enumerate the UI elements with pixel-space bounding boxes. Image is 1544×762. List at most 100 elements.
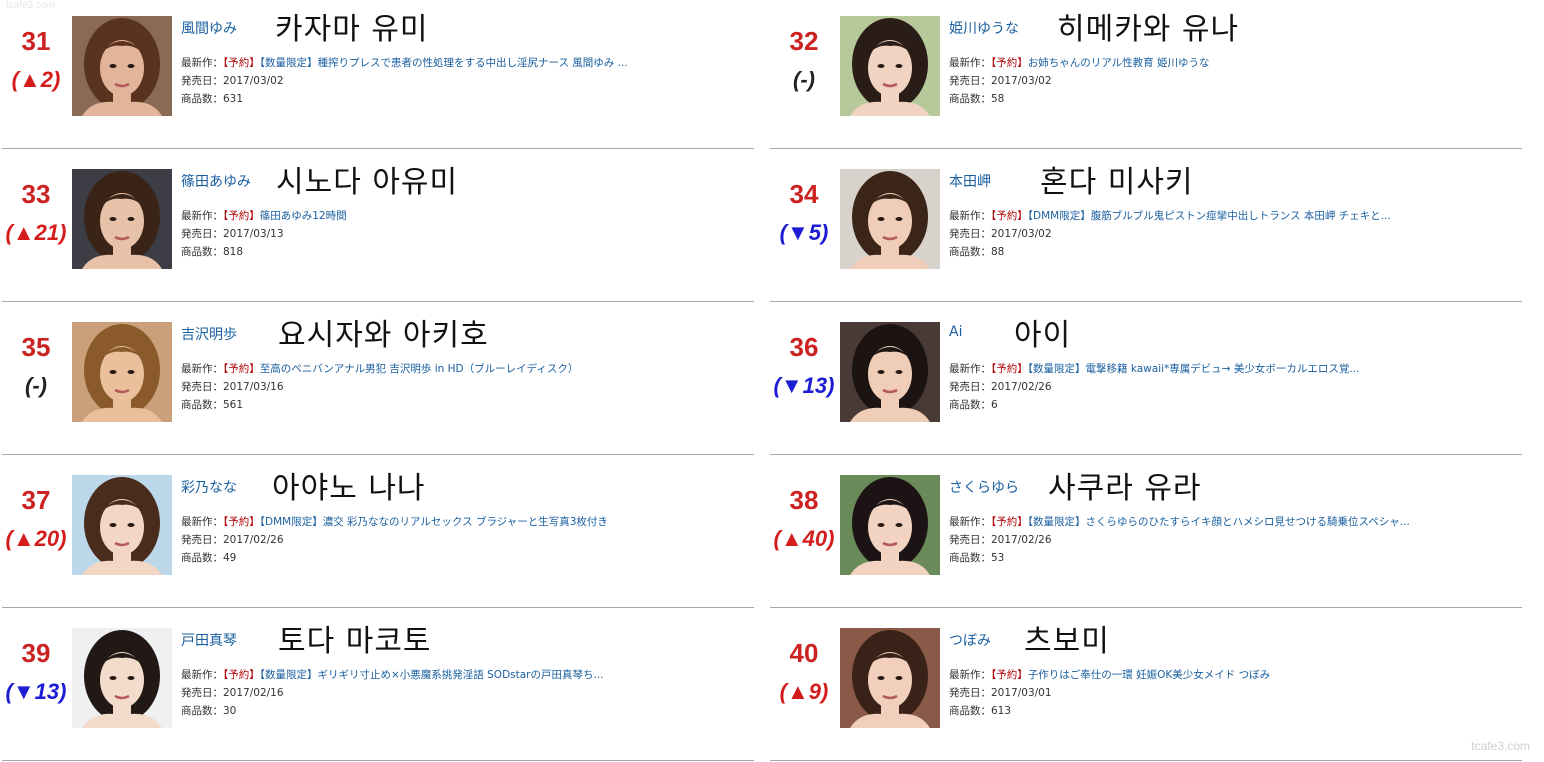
actress-name-kr: 츠보미: [1024, 624, 1110, 659]
actress-photo[interactable]: [840, 475, 940, 575]
reserve-tag: 【予約】: [223, 669, 260, 681]
portrait-image: [72, 628, 172, 728]
latest-work-link[interactable]: 【数量限定】種搾りプレスで患者の性処理をする中出し淫尻ナース 風間ゆみ ...: [260, 57, 628, 69]
rank-number: 38: [789, 485, 819, 515]
portrait-image: [840, 16, 940, 116]
actress-name-jp-link[interactable]: 風間ゆみ: [181, 18, 237, 38]
rank-number: 34: [789, 179, 819, 209]
row-divider: [770, 607, 1522, 608]
release-row: 発売日：2017/02/26: [949, 379, 1052, 394]
actress-card-36: 36 (▼13) Ai 아이 最新作：【予約】【数量限定】電撃移籍 kawaii…: [768, 306, 1528, 456]
actress-photo[interactable]: [72, 475, 172, 575]
latest-work-row: 最新作：【予約】至高のペニバンアナル男犯 吉沢明歩 in HD（ブルーレイディス…: [181, 361, 578, 376]
actress-name-jp-link[interactable]: Ai: [949, 324, 962, 340]
latest-label: 最新作：: [181, 516, 223, 528]
actress-name-jp-link[interactable]: 篠田あゆみ: [181, 171, 251, 191]
count-row: 商品数：30: [181, 703, 236, 718]
latest-work-link[interactable]: 【DMM限定】濃交 彩乃ななのリアルセックス ブラジャーと生写真3枚付き: [260, 516, 608, 528]
latest-label: 最新作：: [949, 516, 991, 528]
count-row: 商品数：6: [949, 397, 998, 412]
latest-work-row: 最新作：【予約】【数量限定】ギリギリ寸止め×小悪魔系挑発淫語 SODstarの戸…: [181, 667, 604, 682]
reserve-tag: 【予約】: [223, 516, 260, 528]
actress-photo[interactable]: [72, 628, 172, 728]
reserve-tag: 【予約】: [991, 516, 1028, 528]
latest-work-link[interactable]: 【数量限定】さくらゆらのひたすらイキ顔とハメシロ見せつける騎乗位スペシャ...: [1028, 516, 1410, 528]
latest-work-link[interactable]: 【DMM限定】腹筋ブルブル鬼ピストン痙攣中出しトランス 本田岬 チェキと...: [1028, 210, 1391, 222]
latest-work-link[interactable]: 【数量限定】電撃移籍 kawaii*専属デビュ→ 美少女ボーカルエロス覚...: [1028, 363, 1360, 375]
latest-work-link[interactable]: 至高のペニバンアナル男犯 吉沢明歩 in HD（ブルーレイディスク）: [260, 363, 579, 375]
portrait-image: [72, 16, 172, 116]
portrait-image: [840, 169, 940, 269]
rank-change: (▲9): [779, 679, 829, 704]
actress-name-kr: 아야노 나나: [272, 471, 426, 506]
count-label: 商品数：: [181, 246, 223, 258]
actress-name-jp-link[interactable]: さくらゆら: [949, 477, 1019, 497]
actress-name-kr: 요시자와 아키호: [278, 318, 489, 353]
product-count: 818: [223, 246, 244, 258]
release-date: 2017/02/26: [991, 534, 1052, 546]
product-count: 6: [991, 399, 998, 411]
actress-name-kr: 혼다 미사키: [1040, 165, 1194, 200]
actress-card-39: 39 (▼13) 戸田真琴 토다 마코토 最新作：【予約】【数量限定】ギリギリ寸…: [0, 612, 760, 762]
latest-work-link[interactable]: 子作りはご奉仕の一環 妊娠OK美少女メイド つぼみ: [1028, 669, 1270, 681]
release-date: 2017/02/26: [223, 534, 284, 546]
release-row: 発売日：2017/03/01: [949, 685, 1052, 700]
actress-name-jp-link[interactable]: 戸田真琴: [181, 630, 237, 650]
actress-name-jp-link[interactable]: 彩乃なな: [181, 477, 237, 497]
rank-change: (▼13): [773, 373, 835, 398]
count-row: 商品数：58: [949, 91, 1004, 106]
latest-work-row: 最新作：【予約】お姉ちゃんのリアル性教育 姫川ゆうな: [949, 55, 1209, 70]
product-count: 53: [991, 552, 1005, 564]
actress-photo[interactable]: [72, 16, 172, 116]
rank-change: (▼13): [5, 679, 67, 704]
count-row: 商品数：53: [949, 550, 1004, 565]
row-divider: [770, 454, 1522, 455]
latest-label: 最新作：: [949, 669, 991, 681]
product-count: 58: [991, 93, 1005, 105]
release-date: 2017/03/16: [223, 381, 284, 393]
latest-work-link[interactable]: 篠田あゆみ12時間: [260, 210, 347, 222]
rank-change: (▲20): [5, 526, 67, 551]
actress-name-jp-link[interactable]: 吉沢明歩: [181, 324, 237, 344]
actress-card-32: 32 (-) 姫川ゆうな 히메카와 유나 最新作：【予約】お姉ちゃんのリアル性教…: [768, 0, 1528, 150]
latest-work-row: 最新作：【予約】【数量限定】さくらゆらのひたすらイキ顔とハメシロ見せつける騎乗位…: [949, 514, 1410, 529]
actress-name-kr: 토다 마코토: [278, 624, 432, 659]
latest-work-link[interactable]: お姉ちゃんのリアル性教育 姫川ゆうな: [1028, 57, 1210, 69]
actress-photo[interactable]: [72, 322, 172, 422]
release-row: 発売日：2017/02/16: [181, 685, 284, 700]
count-label: 商品数：: [949, 246, 991, 258]
portrait-image: [840, 322, 940, 422]
latest-work-row: 最新作：【予約】【DMM限定】濃交 彩乃ななのリアルセックス ブラジャーと生写真…: [181, 514, 608, 529]
latest-label: 最新作：: [949, 363, 991, 375]
actress-photo[interactable]: [840, 169, 940, 269]
release-label: 発売日：: [949, 228, 991, 240]
row-divider: [770, 301, 1522, 302]
latest-work-row: 最新作：【予約】【DMM限定】腹筋ブルブル鬼ピストン痙攣中出しトランス 本田岬 …: [949, 208, 1391, 223]
actress-name-jp-link[interactable]: つぼみ: [949, 630, 991, 650]
actress-photo[interactable]: [72, 169, 172, 269]
release-row: 発売日：2017/03/02: [181, 73, 284, 88]
latest-work-row: 最新作：【予約】子作りはご奉仕の一環 妊娠OK美少女メイド つぼみ: [949, 667, 1270, 682]
latest-label: 最新作：: [949, 210, 991, 222]
latest-work-row: 最新作：【予約】【数量限定】種搾りプレスで患者の性処理をする中出し淫尻ナース 風…: [181, 55, 628, 70]
row-divider: [2, 454, 754, 455]
actress-photo[interactable]: [840, 628, 940, 728]
actress-photo[interactable]: [840, 16, 940, 116]
actress-card-38: 38 (▲40) さくらゆら 사쿠라 유라 最新作：【予約】【数量限定】さくらゆ…: [768, 459, 1528, 609]
rank-change: (-): [793, 67, 815, 92]
product-count: 631: [223, 93, 244, 105]
latest-work-link[interactable]: 【数量限定】ギリギリ寸止め×小悪魔系挑発淫語 SODstarの戸田真琴ち...: [260, 669, 604, 681]
release-label: 発売日：: [949, 381, 991, 393]
release-row: 発売日：2017/03/02: [949, 73, 1052, 88]
actress-photo[interactable]: [840, 322, 940, 422]
release-date: 2017/02/16: [223, 687, 284, 699]
actress-name-jp-link[interactable]: 本田岬: [949, 171, 991, 191]
actress-name-kr: 시노다 아유미: [276, 165, 459, 200]
count-row: 商品数：561: [181, 397, 243, 412]
count-label: 商品数：: [181, 705, 223, 717]
rank-change: (▼5): [779, 220, 829, 245]
reserve-tag: 【予約】: [991, 669, 1028, 681]
actress-name-jp-link[interactable]: 姫川ゆうな: [949, 18, 1019, 38]
release-label: 発売日：: [949, 75, 991, 87]
rank-change: (▲2): [11, 67, 61, 92]
